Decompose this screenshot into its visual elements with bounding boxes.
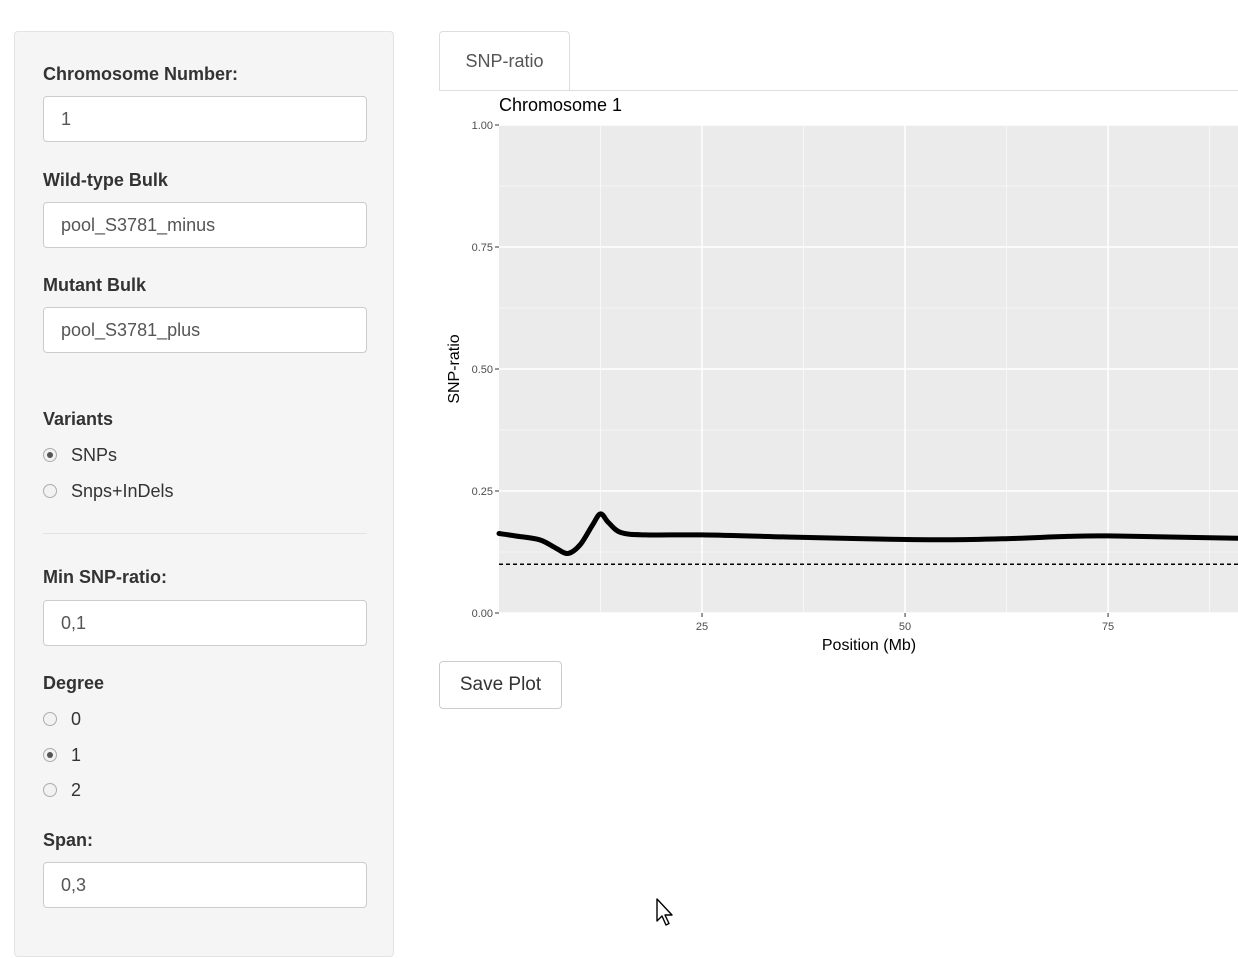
x-axis-label: Position (Mb)	[822, 637, 916, 654]
radio-label: 2	[71, 779, 82, 800]
radio-button-icon[interactable]	[43, 448, 57, 462]
tab-divider	[439, 90, 1238, 91]
y-tick-label: 1.00	[472, 120, 493, 132]
radio-button-icon[interactable]	[43, 748, 57, 762]
variants-option-snps-indels[interactable]: Snps+InDels	[43, 479, 174, 503]
degree-option-2[interactable]: 2	[43, 778, 81, 802]
degree-option-0[interactable]: 0	[43, 707, 81, 731]
span-input[interactable]: 0,3	[43, 862, 367, 908]
min-snp-ratio-input[interactable]: 0,1	[43, 600, 367, 646]
tab-snp-ratio[interactable]: SNP-ratio	[439, 31, 570, 91]
y-tick-label: 0.75	[472, 242, 493, 254]
snp-ratio-plot: Chromosome 1 0.00 0.25 0.50 0.75 1.00 25 50 75…	[446, 95, 1238, 654]
degree-option-1[interactable]: 1	[43, 743, 81, 767]
radio-button-icon[interactable]	[43, 484, 57, 498]
x-tick-label: 25	[696, 621, 708, 633]
chromosome-number-label: Chromosome Number:	[43, 64, 239, 84]
radio-button-icon[interactable]	[43, 783, 57, 797]
mutant-bulk-label: Mutant Bulk	[43, 275, 146, 295]
chromosome-number-input[interactable]: 1	[43, 96, 367, 142]
y-tick-label: 0.00	[472, 608, 493, 620]
wildtype-bulk-input[interactable]: pool_S3781_minus	[43, 202, 367, 248]
y-axis-label: SNP-ratio	[446, 334, 463, 403]
wildtype-bulk-label: Wild-type Bulk	[43, 170, 168, 190]
degree-label: Degree	[43, 673, 105, 693]
divider	[43, 533, 367, 534]
radio-button-icon[interactable]	[43, 712, 57, 726]
radio-label: 1	[71, 744, 82, 765]
radio-label: SNPs	[71, 444, 118, 465]
y-tick-label: 0.25	[472, 486, 493, 498]
mouse-pointer-icon	[656, 898, 673, 926]
y-tick-label: 0.50	[472, 364, 493, 376]
min-snp-ratio-label: Min SNP-ratio:	[43, 567, 167, 587]
x-tick-label: 50	[899, 621, 911, 633]
x-tick-label: 75	[1102, 621, 1114, 633]
radio-label: 0	[71, 708, 82, 729]
radio-label: Snps+InDels	[71, 480, 174, 501]
x-axis: 25 50 75	[696, 613, 1114, 633]
mutant-bulk-input[interactable]: pool_S3781_plus	[43, 307, 367, 353]
sidebar-panel: Chromosome Number: 1 Wild-type Bulk pool…	[14, 31, 394, 957]
variants-option-snps[interactable]: SNPs	[43, 443, 117, 467]
y-axis: 0.00 0.25 0.50 0.75 1.00	[472, 120, 499, 620]
variants-label: Variants	[43, 409, 114, 429]
span-label: Span:	[43, 830, 94, 850]
chart-title: Chromosome 1	[499, 95, 622, 115]
save-plot-button[interactable]: Save Plot	[439, 661, 562, 709]
